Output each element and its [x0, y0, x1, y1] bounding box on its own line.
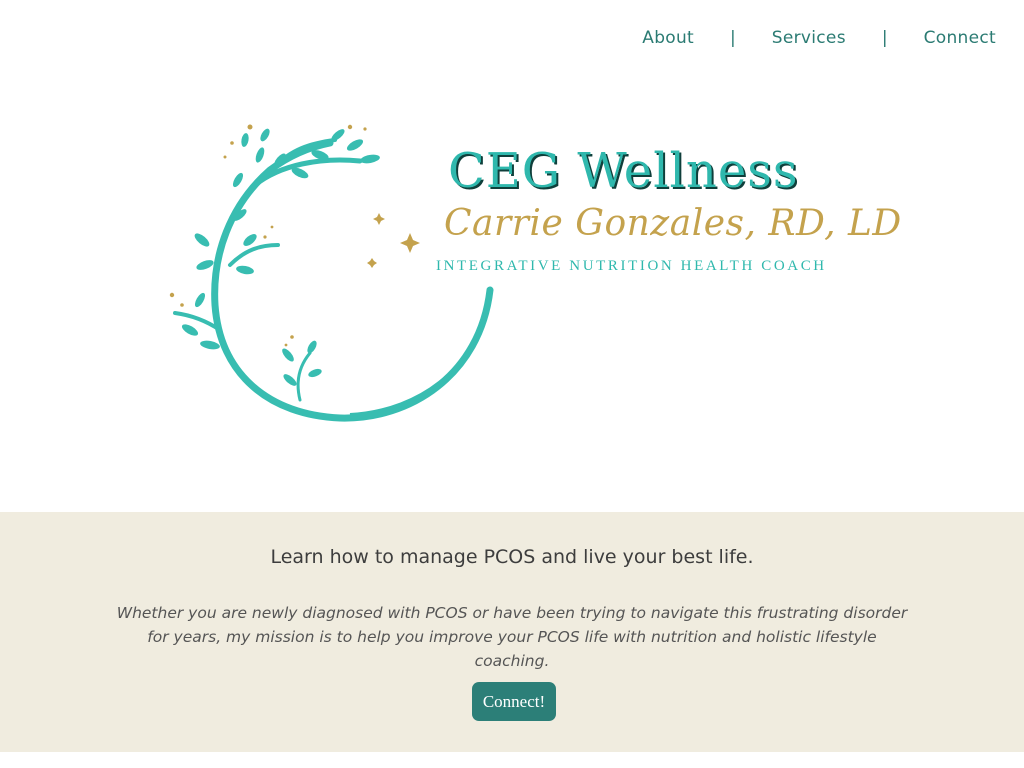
brand-logo: CEG Wellness Carrie Gonzales, RD, LD INT… [160, 115, 901, 435]
brand-owner-name: Carrie Gonzales, RD, LD [444, 203, 902, 244]
intro-heading: Learn how to manage PCOS and live your b… [270, 546, 754, 568]
brand-tagline: INTEGRATIVE NUTRITION HEALTH COACH [436, 258, 827, 274]
intro-paragraph: Whether you are newly diagnosed with PCO… [116, 604, 908, 670]
page: About | Services | Connect CEG Wellness … [0, 0, 1024, 768]
nav-separator: | [881, 28, 888, 48]
brand-title: CEG Wellness [448, 143, 799, 199]
top-nav: About | Services | Connect [642, 28, 996, 48]
nav-services-link[interactable]: Services [772, 28, 846, 48]
nav-connect-link[interactable]: Connect [924, 28, 996, 48]
nav-about-link[interactable]: About [642, 28, 694, 48]
intro-section: Learn how to manage PCOS and live your b… [0, 512, 1024, 752]
connect-button[interactable]: Connect! [472, 682, 556, 721]
nav-separator: | [730, 28, 736, 48]
